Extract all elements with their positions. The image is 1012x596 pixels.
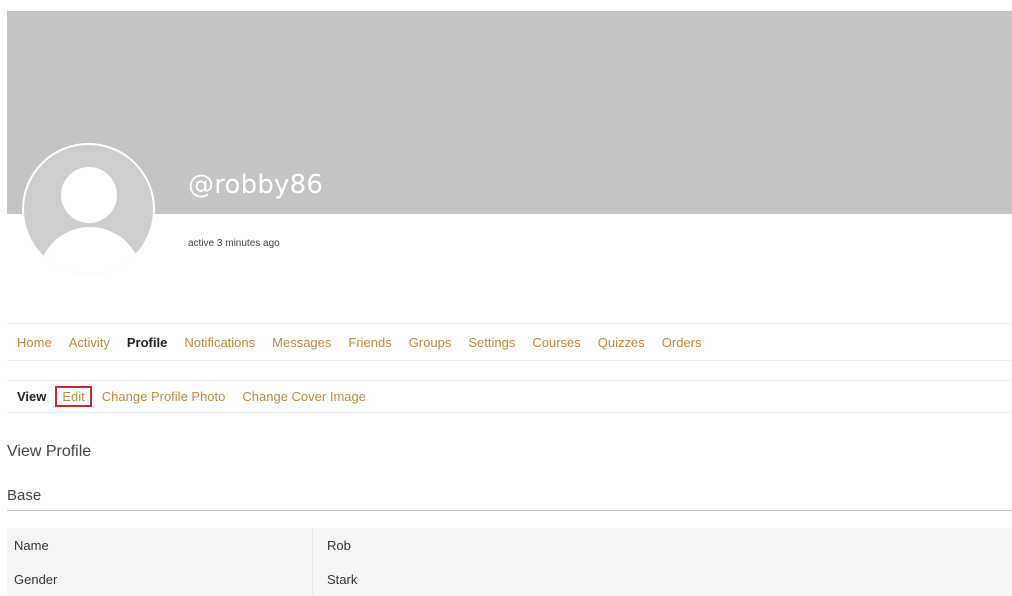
nav-item-profile[interactable]: Profile — [127, 335, 167, 350]
subnav-item-edit[interactable]: Edit — [55, 386, 92, 407]
primary-nav: Home Activity Profile Notifications Mess… — [7, 323, 1012, 361]
nav-item-activity[interactable]: Activity — [69, 335, 110, 350]
nav-item-quizzes[interactable]: Quizzes — [598, 335, 645, 350]
username: @robby86 — [188, 170, 324, 200]
nav-item-courses[interactable]: Courses — [532, 335, 580, 350]
subnav-item-change-cover-image[interactable]: Change Cover Image — [242, 389, 366, 404]
profile-fields-table: Name Rob Gender Stark — [7, 528, 1012, 596]
avatar-placeholder-head — [61, 167, 117, 223]
group-divider — [7, 510, 1012, 511]
field-value: Stark — [327, 571, 358, 587]
table-row: Name Rob — [7, 528, 1012, 562]
nav-item-orders[interactable]: Orders — [662, 335, 702, 350]
cover-image — [7, 11, 1012, 214]
field-label: Name — [7, 528, 313, 562]
subnav-item-change-profile-photo[interactable]: Change Profile Photo — [102, 389, 226, 404]
nav-item-friends[interactable]: Friends — [348, 335, 391, 350]
field-label: Gender — [7, 562, 313, 596]
nav-item-messages[interactable]: Messages — [272, 335, 331, 350]
avatar-placeholder-body — [38, 227, 142, 274]
nav-item-settings[interactable]: Settings — [468, 335, 515, 350]
nav-item-home[interactable]: Home — [17, 335, 52, 350]
nav-item-groups[interactable]: Groups — [409, 335, 452, 350]
avatar[interactable] — [22, 143, 155, 276]
profile-subnav: View Edit Change Profile Photo Change Co… — [7, 380, 1012, 413]
page-title: View Profile — [7, 443, 92, 460]
nav-item-notifications[interactable]: Notifications — [184, 335, 255, 350]
table-row: Gender Stark — [7, 562, 1012, 596]
last-active-status: active 3 minutes ago — [188, 238, 280, 249]
profile-group-title: Base — [7, 487, 42, 504]
field-value: Rob — [327, 537, 351, 553]
subnav-item-view[interactable]: View — [17, 389, 46, 404]
